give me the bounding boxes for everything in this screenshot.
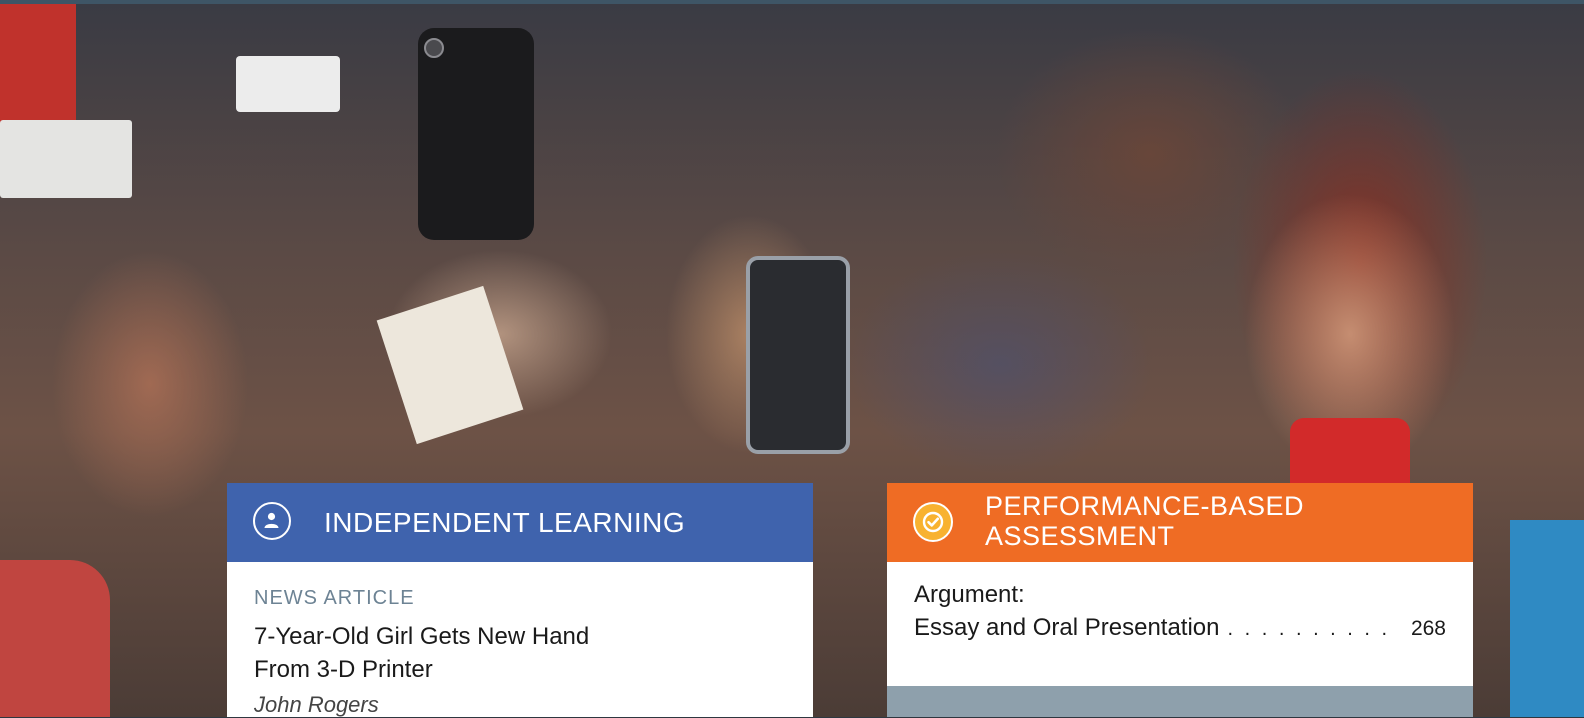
photo-white-card <box>0 120 132 198</box>
leader-dots: . . . . . . . . . . <box>1227 618 1391 640</box>
assessment-type: Argument: <box>914 581 1025 608</box>
photo-black-phone <box>418 28 534 240</box>
photo-white-card-2 <box>236 56 340 112</box>
checkmark-icon <box>913 502 953 542</box>
photo-blue-shirt <box>1510 520 1584 717</box>
toc-entry-title: Essay and Oral Presentation <box>914 614 1220 641</box>
photo-red-sign <box>0 4 76 132</box>
performance-assessment-panel: PERFORMANCE-BASED ASSESSMENT Argument: E… <box>887 483 1473 717</box>
footer-band <box>887 686 1473 717</box>
photo-silver-phone <box>746 256 850 454</box>
article-title-line-1: 7-Year-Old Girl Gets New Hand <box>254 623 590 650</box>
heading-line-2: ASSESSMENT <box>985 521 1175 551</box>
genre-label: NEWS ARTICLE <box>254 587 415 609</box>
independent-learning-panel: INDEPENDENT LEARNING NEWS ARTICLE 7-Year… <box>227 483 813 717</box>
independent-learning-header: INDEPENDENT LEARNING <box>227 483 813 562</box>
page-number: 268 <box>1410 617 1446 640</box>
article-author: John Rogers <box>254 692 379 717</box>
heading-line-1: PERFORMANCE-BASED <box>985 491 1305 521</box>
photo-red-shirt <box>0 560 110 717</box>
independent-learning-heading: INDEPENDENT LEARNING <box>324 507 686 538</box>
photo-phone-lens <box>424 38 444 58</box>
performance-assessment-header: PERFORMANCE-BASED ASSESSMENT <box>887 483 1473 562</box>
performance-assessment-heading: PERFORMANCE-BASED ASSESSMENT <box>985 491 1304 551</box>
person-icon <box>253 502 291 540</box>
article-title[interactable]: 7-Year-Old Girl Gets New Hand From 3-D P… <box>254 620 774 686</box>
article-title-line-2: From 3-D Printer <box>254 656 433 683</box>
toc-entry[interactable]: Essay and Oral Presentation . . . . . . … <box>914 614 1446 642</box>
